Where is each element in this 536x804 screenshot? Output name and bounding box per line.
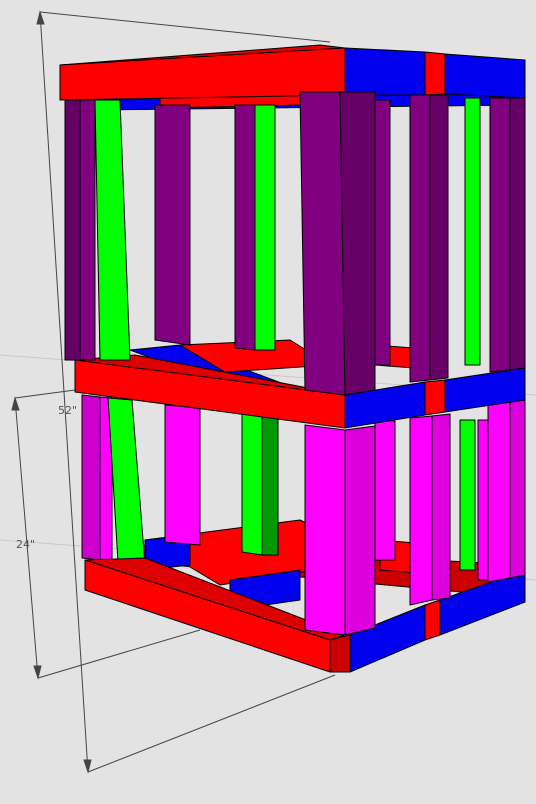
upper-back-post-3: [254, 104, 276, 351]
lower-front-bottom-rail-end: [329, 634, 351, 673]
dimension-lower-bottom-extension: [37, 629, 201, 679]
lower-right-bottom-rail-red: [424, 599, 441, 641]
dimension-lower-label: 24": [16, 538, 35, 551]
upper-right-post-1: [409, 94, 431, 383]
dimension-lower-top-extension: [14, 389, 76, 399]
middle-right-rail-red: [424, 379, 446, 416]
upper-front-corner-post-side: [299, 91, 346, 396]
lower-right-corner-post: [487, 401, 511, 583]
upper-left-green-post: [94, 99, 131, 361]
upper-front-left-post: [64, 99, 81, 361]
dimension-total-bottom-extension: [87, 674, 336, 773]
lower-front-left-post: [81, 394, 101, 561]
middle-rail-band: [74, 339, 526, 429]
lower-front-corner-post-side: [304, 424, 346, 636]
lower-back-post-4: [374, 419, 396, 561]
dimension-total-arrow-bottom: [83, 759, 92, 774]
lower-right-post-2: [431, 413, 451, 601]
upper-back-post-2: [234, 104, 256, 351]
upper-front-corner-post-face: [339, 91, 376, 396]
lower-front-corner-post-face: [344, 425, 376, 636]
upper-right-top-rail-blue-2: [444, 53, 526, 99]
lower-back-post-5: [459, 419, 476, 571]
dimension-lower-arrow-top: [11, 396, 20, 411]
upper-back-post-5: [464, 97, 481, 366]
upper-back-post-4: [374, 99, 391, 366]
dimension-lower-arrow-bottom: [33, 665, 42, 680]
lower-back-post-2: [241, 409, 263, 556]
dimension-total-top-extension: [39, 11, 331, 43]
lower-right-corner-post-face: [509, 399, 526, 579]
upper-right-corner-post: [489, 97, 511, 373]
upper-right-post-2: [429, 94, 449, 381]
lower-right-post-1: [409, 415, 433, 606]
upper-back-post-1: [154, 104, 191, 346]
upper-right-top-rail-red: [424, 51, 446, 96]
model-viewport[interactable]: 52" 24": [0, 0, 536, 800]
lower-back-post-1: [164, 404, 201, 546]
lower-back-post-3: [261, 411, 279, 556]
dimension-total-label: 52": [58, 404, 77, 417]
dimension-total-arrow-top: [36, 10, 45, 25]
upper-right-top-rail-blue: [344, 47, 426, 96]
upper-right-corner-post-face: [509, 97, 526, 371]
lower-frame: [81, 394, 526, 673]
frame-drawing: 52" 24": [0, 10, 536, 774]
lower-left-green-post: [107, 397, 146, 566]
upper-front-left-post-face: [79, 99, 96, 361]
